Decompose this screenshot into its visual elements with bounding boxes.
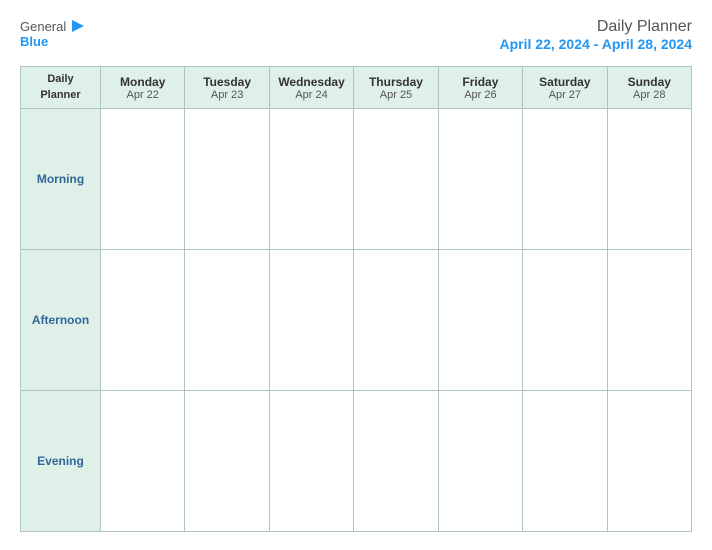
logo-text: General: [20, 18, 86, 34]
evening-wednesday[interactable]: [269, 391, 353, 532]
date-range: April 22, 2024 - April 28, 2024: [500, 36, 692, 52]
evening-row: Evening: [21, 391, 692, 532]
evening-tuesday[interactable]: [185, 391, 269, 532]
col-header-thursday: Thursday Apr 25: [354, 67, 438, 109]
evening-label: Evening: [21, 391, 101, 532]
title-area: Daily Planner April 22, 2024 - April 28,…: [500, 18, 692, 52]
afternoon-wednesday[interactable]: [269, 250, 353, 391]
page: General Blue Daily Planner April 22, 202…: [0, 0, 712, 550]
logo-icon: [70, 18, 86, 34]
col-header-sunday: Sunday Apr 28: [607, 67, 691, 109]
evening-monday[interactable]: [101, 391, 185, 532]
col-header-saturday: Saturday Apr 27: [523, 67, 607, 109]
evening-thursday[interactable]: [354, 391, 438, 532]
afternoon-sunday[interactable]: [607, 250, 691, 391]
morning-tuesday[interactable]: [185, 109, 269, 250]
afternoon-thursday[interactable]: [354, 250, 438, 391]
evening-friday[interactable]: [438, 391, 522, 532]
morning-row: Morning: [21, 109, 692, 250]
morning-monday[interactable]: [101, 109, 185, 250]
logo-blue: Blue: [20, 34, 48, 49]
afternoon-saturday[interactable]: [523, 250, 607, 391]
col-header-monday: Monday Apr 22: [101, 67, 185, 109]
morning-sunday[interactable]: [607, 109, 691, 250]
morning-saturday[interactable]: [523, 109, 607, 250]
header-row: Daily Planner Monday Apr 22 Tuesday Apr …: [21, 67, 692, 109]
calendar-table: Daily Planner Monday Apr 22 Tuesday Apr …: [20, 66, 692, 532]
col-header-tuesday: Tuesday Apr 23: [185, 67, 269, 109]
col-header-wednesday: Wednesday Apr 24: [269, 67, 353, 109]
afternoon-tuesday[interactable]: [185, 250, 269, 391]
morning-wednesday[interactable]: [269, 109, 353, 250]
afternoon-friday[interactable]: [438, 250, 522, 391]
col-header-friday: Friday Apr 26: [438, 67, 522, 109]
main-title: Daily Planner: [500, 18, 692, 36]
afternoon-row: Afternoon: [21, 250, 692, 391]
first-col-header: Daily Planner: [21, 67, 101, 109]
evening-saturday[interactable]: [523, 391, 607, 532]
evening-sunday[interactable]: [607, 391, 691, 532]
header: General Blue Daily Planner April 22, 202…: [20, 18, 692, 52]
morning-friday[interactable]: [438, 109, 522, 250]
logo-general: General: [20, 19, 66, 34]
morning-thursday[interactable]: [354, 109, 438, 250]
morning-label: Morning: [21, 109, 101, 250]
afternoon-monday[interactable]: [101, 250, 185, 391]
logo-area: General Blue: [20, 18, 86, 49]
afternoon-label: Afternoon: [21, 250, 101, 391]
